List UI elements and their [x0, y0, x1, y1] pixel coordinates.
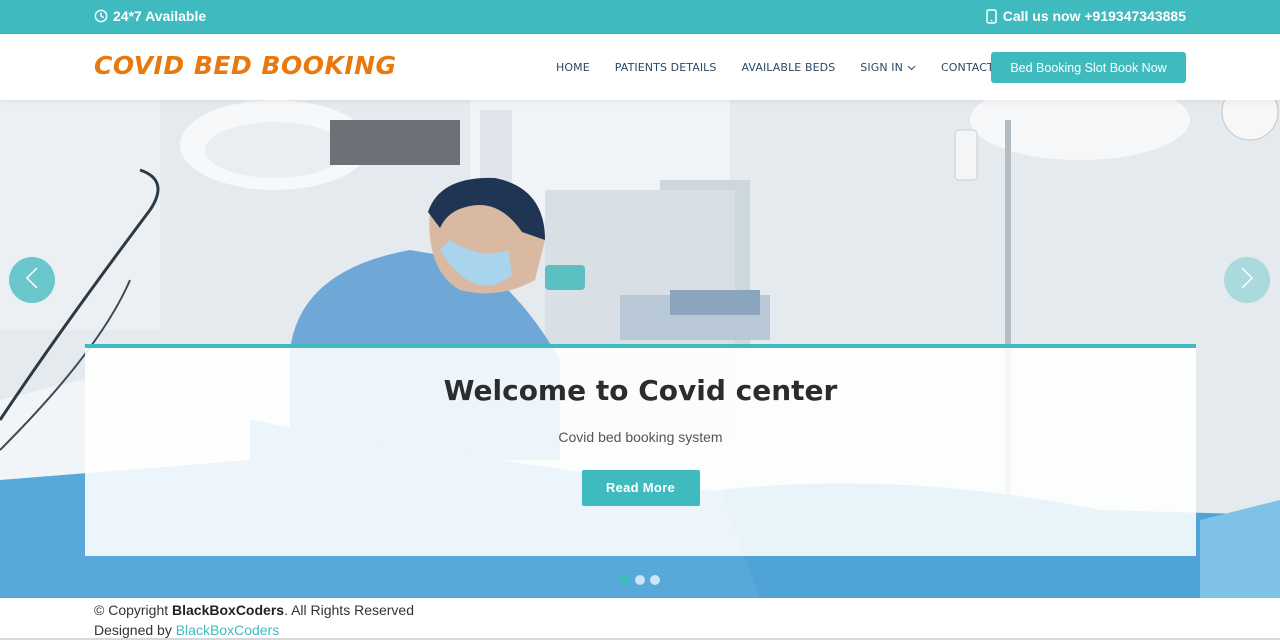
carousel-dot-3[interactable] [650, 575, 660, 585]
phone-icon [985, 8, 997, 24]
designer-link[interactable]: BlackBoxCoders [176, 622, 280, 638]
site-logo[interactable]: COVID BED BOOKING [94, 51, 397, 80]
copyright-brand: BlackBoxCoders [172, 602, 285, 618]
copyright-prefix: © Copyright [94, 602, 169, 618]
designed-by-line: Designed by BlackBoxCoders [94, 620, 414, 640]
nav-available-beds[interactable]: AVAILABLE BEDS [742, 61, 836, 74]
hero-carousel: Welcome to Covid center Covid bed bookin… [0, 100, 1280, 598]
phone-info[interactable]: Call us now +919347343885 [985, 8, 1186, 24]
nav-contact[interactable]: CONTACT [941, 61, 994, 74]
top-info-bar: 24*7 Available Call us now +919347343885 [0, 0, 1280, 34]
phone-text: Call us now +919347343885 [1002, 8, 1186, 24]
copyright-rights: . All Rights Reserved [284, 602, 415, 618]
hero-title: Welcome to Covid center [443, 374, 838, 407]
site-header: COVID BED BOOKING HOME PATIENTS DETAILS … [0, 34, 1280, 100]
copyright-line: © Copyright BlackBoxCoders. All Rights R… [94, 600, 414, 620]
nav-sign-in[interactable]: SIGN IN [860, 61, 916, 74]
nav-home[interactable]: HOME [556, 61, 590, 74]
read-more-button[interactable]: Read More [581, 470, 700, 506]
site-footer: © Copyright BlackBoxCoders. All Rights R… [94, 600, 414, 640]
chevron-left-icon [25, 266, 39, 295]
nav-label: AVAILABLE BEDS [741, 60, 836, 74]
designed-by-label: Designed by [94, 622, 172, 638]
chevron-down-icon [907, 61, 916, 74]
carousel-dot-2[interactable] [635, 575, 645, 585]
nav-label: HOME [556, 60, 590, 74]
nav-label: PATIENTS DETAILS [614, 60, 717, 74]
availability-info: 24*7 Available [94, 8, 206, 24]
hero-caption: Welcome to Covid center Covid bed bookin… [85, 344, 1196, 556]
carousel-prev-button[interactable] [9, 257, 55, 303]
carousel-next-button[interactable] [1224, 257, 1270, 303]
clock-icon [94, 9, 108, 23]
nav-patients-details[interactable]: PATIENTS DETAILS [615, 61, 717, 74]
carousel-indicators [620, 575, 660, 585]
carousel-dot-1[interactable] [620, 575, 630, 585]
book-slot-button[interactable]: Bed Booking Slot Book Now [991, 52, 1186, 83]
hero-subtitle: Covid bed booking system [558, 429, 723, 445]
chevron-right-icon [1240, 266, 1254, 295]
main-nav: HOME PATIENTS DETAILS AVAILABLE BEDS SIG… [556, 34, 1019, 100]
availability-text: 24*7 Available [113, 8, 207, 24]
nav-label: CONTACT [940, 60, 994, 74]
nav-label: SIGN IN [860, 60, 903, 74]
